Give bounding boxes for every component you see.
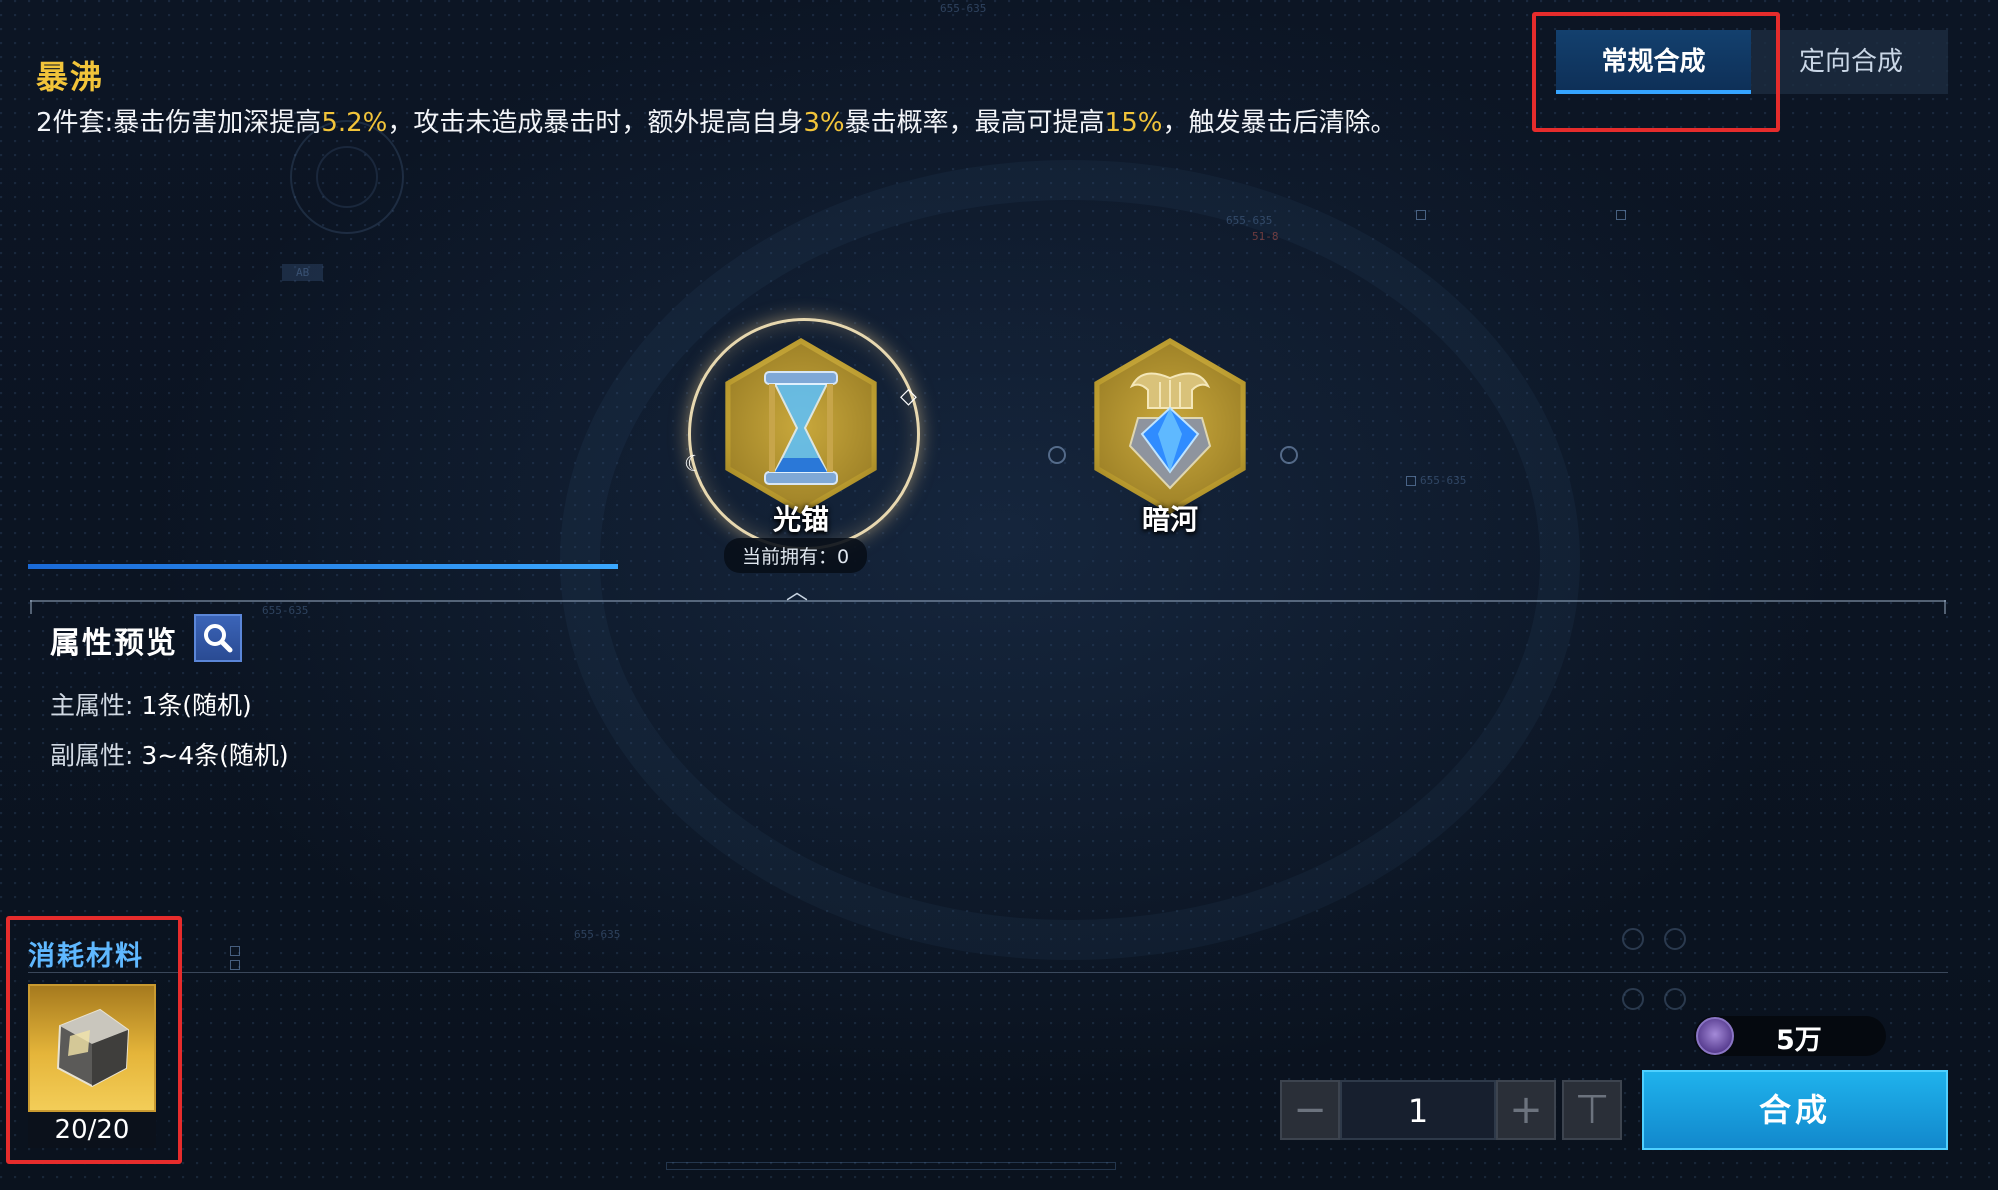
set-desc-value: 3% bbox=[803, 108, 845, 138]
material-count: 20/20 bbox=[28, 1112, 156, 1148]
attribute-search-button[interactable] bbox=[194, 614, 242, 662]
frame-corner-left bbox=[30, 600, 32, 614]
tab-regular-craft[interactable]: 常规合成 bbox=[1556, 30, 1751, 94]
frame-corner-right bbox=[1944, 600, 1946, 614]
section-divider bbox=[30, 600, 1946, 602]
deco-code: 655-635 bbox=[262, 604, 309, 617]
deco-label: AB bbox=[282, 264, 324, 281]
deco-square bbox=[230, 960, 240, 970]
tab-directed-craft[interactable]: 定向合成 bbox=[1754, 30, 1948, 94]
deco-circle bbox=[1664, 928, 1686, 950]
set-desc-text: ，攻击未造成暴击时，额外提高自身 bbox=[387, 108, 804, 138]
side-dot-icon bbox=[1280, 446, 1298, 464]
item-anhe[interactable]: 暗河 bbox=[1082, 338, 1258, 536]
craft-cost-value: 5万 bbox=[1776, 1025, 1822, 1056]
deco-code: 655-635 bbox=[574, 928, 621, 941]
lyre-gem-icon bbox=[1128, 372, 1212, 490]
deco-circle bbox=[1622, 988, 1644, 1010]
materials-divider bbox=[28, 972, 1948, 973]
deco-code: 655-635 bbox=[1420, 474, 1467, 487]
sparkle-icon: ◇ bbox=[900, 384, 917, 409]
background-circle-decor-inner bbox=[316, 146, 378, 208]
item-guangmao[interactable]: 光锚 bbox=[713, 338, 889, 536]
set-desc-text: 暴击概率，最高可提高 bbox=[844, 108, 1105, 138]
quantity-minus-button[interactable]: − bbox=[1280, 1080, 1340, 1140]
deco-square bbox=[1616, 210, 1626, 220]
deco-circle bbox=[1622, 928, 1644, 950]
deco-code: 655-635 bbox=[1226, 214, 1273, 227]
craft-button[interactable]: 合成 bbox=[1642, 1070, 1948, 1150]
item-name: 暗河 bbox=[1141, 503, 1198, 536]
attribute-preview-title: 属性预览 bbox=[50, 626, 178, 661]
currency-coin-icon bbox=[1696, 1017, 1734, 1055]
sub-attribute-value: 3~4条(随机) bbox=[141, 741, 289, 770]
sub-attribute: 副属性: 3~4条(随机) bbox=[50, 736, 289, 772]
deco-code: 51-8 bbox=[1252, 230, 1279, 243]
side-dot-icon bbox=[1048, 446, 1066, 464]
set-description: 2件套:暴击伤害加深提高5.2%，攻击未造成暴击时，额外提高自身3%暴击概率，最… bbox=[36, 102, 1396, 139]
quantity-plus-button[interactable]: + bbox=[1496, 1080, 1556, 1140]
deco-bar bbox=[666, 1162, 1116, 1170]
ore-chunk-icon bbox=[56, 1008, 130, 1088]
quantity-input[interactable]: 1 bbox=[1340, 1080, 1496, 1140]
set-name: 暴沸 bbox=[36, 58, 105, 96]
craft-cost: 5万 bbox=[1694, 1016, 1886, 1056]
deco-circle bbox=[1664, 988, 1686, 1010]
main-attribute-value: 1条(随机) bbox=[141, 691, 252, 720]
owned-count: 当前拥有：0 bbox=[724, 538, 868, 573]
hourglass-icon bbox=[764, 371, 838, 485]
section-progress-line bbox=[28, 564, 618, 569]
set-desc-text: 2件套:暴击伤害加深提高 bbox=[36, 108, 322, 138]
deco-square bbox=[1416, 210, 1426, 220]
sub-attribute-label: 副属性: bbox=[50, 741, 134, 770]
material-slot[interactable] bbox=[28, 984, 156, 1112]
quantity-max-button[interactable]: ⊤ bbox=[1562, 1080, 1622, 1140]
main-attribute-label: 主属性: bbox=[50, 691, 134, 720]
materials-title: 消耗材料 bbox=[28, 941, 144, 972]
item-name: 光锚 bbox=[772, 503, 829, 536]
set-desc-value: 5.2% bbox=[321, 108, 388, 138]
sparkle-icon: ☾ bbox=[684, 452, 704, 477]
craft-mode-tabs: 常规合成 定向合成 bbox=[1556, 30, 1948, 94]
set-desc-value: 15% bbox=[1104, 108, 1163, 138]
search-icon bbox=[204, 624, 233, 653]
deco-square bbox=[230, 946, 240, 956]
deco-square bbox=[1406, 476, 1416, 486]
main-attribute: 主属性: 1条(随机) bbox=[50, 686, 252, 722]
set-desc-text: ，触发暴击后清除。 bbox=[1162, 108, 1397, 138]
deco-code: 655-635 bbox=[940, 2, 987, 15]
background-arc-decor bbox=[560, 160, 1580, 960]
